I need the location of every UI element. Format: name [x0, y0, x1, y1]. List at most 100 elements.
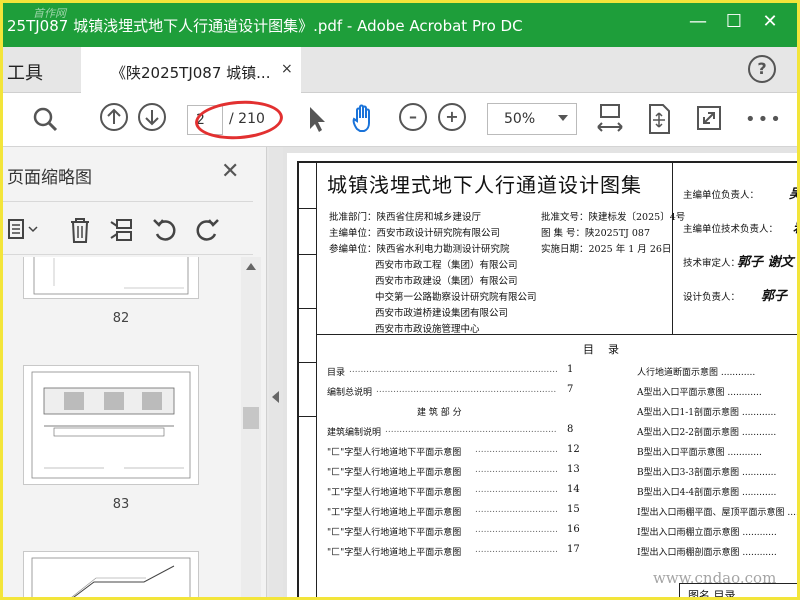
- signature: 吴: [789, 183, 797, 202]
- tab-document[interactable]: 《陕2025TJ087 城镇... ×: [81, 47, 301, 93]
- close-window-button[interactable]: ✕: [755, 11, 785, 32]
- toc-entry-title: 建 筑 部 分: [417, 408, 462, 418]
- pdf-page: 城镇浅埋式地下人行通道设计图集 批准部门：陕西省住房和城乡建设厅 主编单位：西安…: [287, 153, 797, 597]
- toc-entry[interactable]: "工"字型人行地道地上平面示意图: [327, 505, 461, 518]
- select-cursor-icon[interactable]: [305, 103, 327, 135]
- thumbnail-page-84[interactable]: [23, 551, 199, 597]
- toc-page-number: 1: [567, 364, 574, 375]
- signature: 郭子 谢文: [737, 255, 794, 270]
- search-icon[interactable]: [31, 103, 59, 135]
- toc-page-number: 12: [567, 444, 580, 455]
- thumbnail-label: 82: [112, 311, 130, 326]
- panel-collapse-handle[interactable]: [269, 147, 283, 597]
- cover-header: 城镇浅埋式地下人行通道设计图集 批准部门：陕西省住房和城乡建设厅 主编单位：西安…: [317, 163, 685, 335]
- rotate-clockwise-icon[interactable]: [193, 216, 221, 244]
- toc-entry-title: 编制总说明: [327, 388, 373, 398]
- thumbnail-preview: [31, 371, 191, 479]
- thumbnail-page-82[interactable]: [23, 257, 199, 299]
- toc-entry[interactable]: "匚"字型人行地道地上平面示意图: [327, 545, 461, 558]
- toc-entry[interactable]: 人行地道断面示意图 ............: [637, 365, 755, 378]
- toc-page-number: 7: [567, 384, 574, 395]
- toc-entry[interactable]: "匚"字型人行地道地上平面示意图: [327, 465, 461, 478]
- toc-leader-dots: ........................................…: [475, 485, 557, 495]
- delete-page-icon[interactable]: [67, 216, 93, 244]
- arrow-up-icon: [107, 108, 121, 124]
- toolbar: 2 / 210 – + 50% •••: [3, 93, 797, 147]
- toc-entry[interactable]: "匚"字型人行地道地下平面示意图: [327, 525, 461, 538]
- scroll-thumb[interactable]: [243, 407, 259, 429]
- toc-page-number: 17: [567, 544, 580, 555]
- toc-entry-title: "匚"字型人行地道地下平面示意图: [327, 528, 462, 538]
- more-options-icon[interactable]: •••: [745, 109, 783, 130]
- toc-leader-dots: ........................................…: [376, 385, 557, 395]
- document-tab-label: 《陕2025TJ087 城镇...: [111, 64, 271, 82]
- panel-title: 页面缩略图: [7, 168, 92, 188]
- toc-entry[interactable]: 建 筑 部 分: [417, 405, 462, 418]
- tab-row: 工具 《陕2025TJ087 城镇... × ?: [3, 47, 797, 93]
- toc-entry[interactable]: I型出入口雨棚剖面示意图 ............: [637, 545, 777, 558]
- next-page-button[interactable]: [138, 103, 166, 131]
- zoom-out-button[interactable]: –: [399, 103, 427, 131]
- page-thumbnails-panel: 页面缩略图 ✕ 82 83: [3, 147, 267, 597]
- toc-title: 目录: [583, 343, 633, 356]
- toc-entry[interactable]: A型出入口1-1剖面示意图 ............: [637, 405, 776, 418]
- thumbnail-label: 83: [112, 497, 130, 512]
- toc-entry[interactable]: 编制总说明: [327, 385, 372, 398]
- options-menu-icon[interactable]: [7, 216, 41, 242]
- meta-row: 西安市市政建设（集团）有限公司: [375, 276, 518, 287]
- arrow-down-icon: [145, 110, 159, 126]
- signature-role: 主编单位负责人：: [683, 190, 760, 201]
- rotate-counterclockwise-icon[interactable]: [151, 216, 179, 244]
- toc-entry[interactable]: 目录: [327, 365, 345, 378]
- hand-tool-icon[interactable]: [349, 103, 379, 135]
- chevron-down-icon: [558, 115, 568, 121]
- zoom-value: 50%: [504, 111, 536, 127]
- close-tab-icon[interactable]: ×: [281, 61, 293, 77]
- document-view[interactable]: 城镇浅埋式地下人行通道设计图集 批准部门：陕西省住房和城乡建设厅 主编单位：西安…: [283, 147, 797, 597]
- site-watermark: www.cndao.com: [653, 569, 777, 587]
- meta-row: 西安市政道桥建设集团有限公司: [375, 308, 509, 319]
- extract-pages-icon[interactable]: [107, 216, 135, 244]
- signature-role: 设计负责人：: [683, 292, 741, 303]
- toc-entry[interactable]: 建筑编制说明: [327, 425, 381, 438]
- previous-page-button[interactable]: [100, 103, 128, 131]
- thumbnail-list: 82 83: [3, 257, 239, 597]
- toc-entry-title: "工"字型人行地道地上平面示意图: [327, 508, 462, 518]
- meta-row: 批准部门：陕西省住房和城乡建设厅: [329, 212, 482, 223]
- toc-entry-title: "匚"字型人行地道地下平面示意图: [327, 448, 462, 458]
- toc-entry[interactable]: A型出入口平面示意图 ............: [637, 385, 762, 398]
- fit-page-icon[interactable]: [645, 103, 673, 135]
- toc-entry[interactable]: I型出入口雨棚平面、屋顶平面示意图 ............: [637, 505, 797, 518]
- toc-entry[interactable]: "工"字型人行地道地下平面示意图: [327, 485, 461, 498]
- toc-entry[interactable]: A型出入口2-2剖面示意图 ............: [637, 425, 776, 438]
- panel-toolbar: [3, 201, 253, 255]
- toc-leader-dots: ........................................…: [475, 525, 557, 535]
- app-window: 首作网 25TJ087 城镇浅埋式地下人行通道设计图集》.pdf - Adobe…: [0, 0, 800, 600]
- toc-leader-dots: ........................................…: [475, 545, 557, 555]
- zoom-in-button[interactable]: +: [438, 103, 466, 131]
- signature: 岩: [793, 217, 797, 236]
- scroll-up-icon[interactable]: [246, 263, 256, 270]
- toc-entry[interactable]: B型出入口4-4剖面示意图 ............: [637, 485, 776, 498]
- signature-role: 技术审定人：: [683, 258, 741, 269]
- toc-entry[interactable]: B型出入口3-3剖面示意图 ............: [637, 465, 776, 478]
- close-panel-icon[interactable]: ✕: [221, 159, 239, 184]
- toc-entry[interactable]: "匚"字型人行地道地下平面示意图: [327, 445, 461, 458]
- meta-row: 主编单位：西安市政设计研究院有限公司: [329, 228, 501, 239]
- help-icon[interactable]: ?: [748, 55, 776, 83]
- zoom-select[interactable]: 50%: [487, 103, 577, 135]
- atlas-title: 城镇浅埋式地下人行通道设计图集: [327, 173, 642, 197]
- tab-tools[interactable]: 工具: [3, 47, 81, 93]
- left-title-strip: [299, 163, 317, 597]
- thumbnail-page-83[interactable]: [23, 365, 199, 485]
- toc-entry[interactable]: B型出入口平面示意图 ............: [637, 445, 762, 458]
- fit-width-icon[interactable]: [595, 103, 625, 135]
- minimize-button[interactable]: —: [683, 11, 713, 32]
- thumbnail-scrollbar[interactable]: [241, 257, 261, 597]
- toc-leader-dots: ........................................…: [475, 445, 557, 455]
- meta-row: 实施日期：2025 年 1 月 26日: [541, 244, 672, 255]
- toc-entry[interactable]: I型出入口雨棚立面示意图 ............: [637, 525, 777, 538]
- maximize-button[interactable]: ☐: [719, 11, 749, 32]
- drawing-sheet: 城镇浅埋式地下人行通道设计图集 批准部门：陕西省住房和城乡建设厅 主编单位：西安…: [297, 161, 797, 597]
- full-screen-icon[interactable]: [695, 103, 723, 135]
